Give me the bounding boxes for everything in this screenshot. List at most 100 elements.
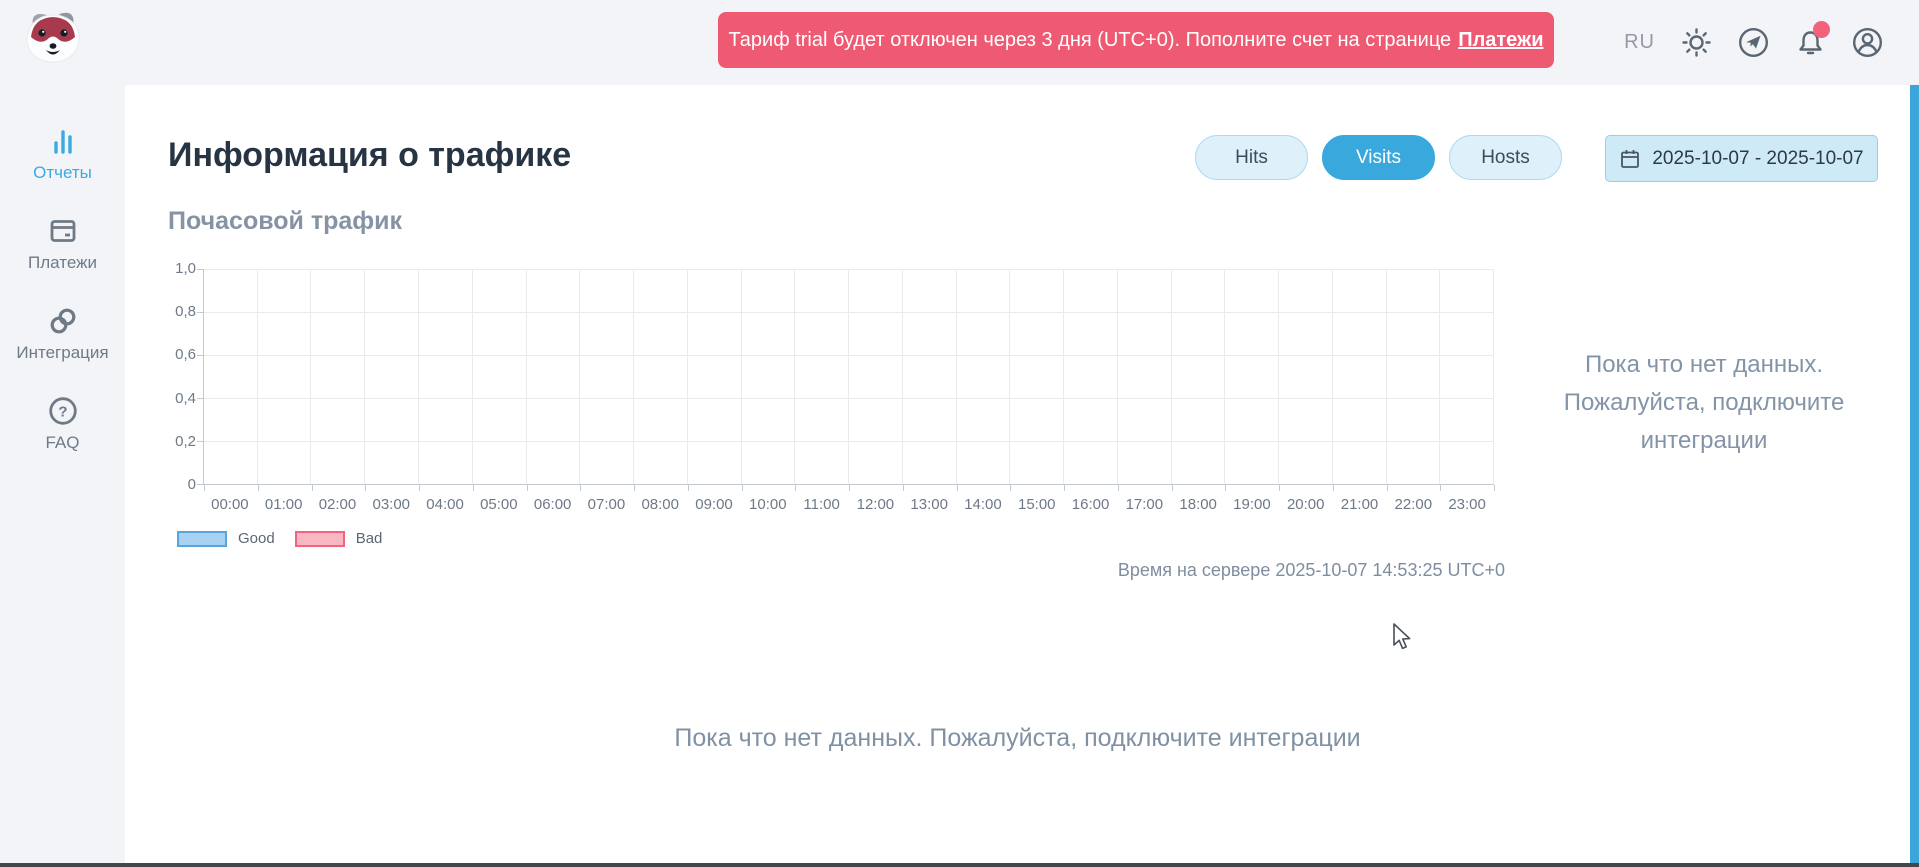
raccoon-logo[interactable] xyxy=(20,6,86,64)
x-axis-tick xyxy=(903,485,904,491)
bell-wrap[interactable] xyxy=(1795,27,1826,58)
hourly-traffic-chart[interactable] xyxy=(203,269,1494,485)
x-axis-tick xyxy=(312,485,313,491)
svg-text:?: ? xyxy=(58,404,67,421)
legend-item: Good xyxy=(177,530,275,547)
gridline-vertical xyxy=(1278,269,1279,484)
gridline-vertical xyxy=(741,269,742,484)
gridline-vertical xyxy=(1332,269,1333,484)
sidebar-item-label: FAQ xyxy=(45,433,79,453)
y-axis-label: 0,6 xyxy=(146,346,196,363)
credit-card-icon xyxy=(48,216,78,246)
question-circle-icon: ? xyxy=(48,396,78,426)
x-axis-tick xyxy=(258,485,259,491)
telegram-icon[interactable] xyxy=(1738,27,1769,58)
sidebar-item-payments[interactable]: Платежи xyxy=(0,216,125,273)
gridline-vertical xyxy=(526,269,527,484)
page-title: Информация о трафике xyxy=(168,136,571,175)
x-axis-label: 15:00 xyxy=(1018,496,1056,513)
x-axis-label: 01:00 xyxy=(265,496,303,513)
legend-label: Bad xyxy=(356,530,383,547)
gridline-vertical xyxy=(1117,269,1118,484)
gridline-vertical xyxy=(956,269,957,484)
bar-chart-icon xyxy=(48,126,78,156)
y-axis-label: 0,8 xyxy=(146,303,196,320)
x-axis-label: 12:00 xyxy=(857,496,895,513)
x-axis-label: 06:00 xyxy=(534,496,572,513)
legend-label: Good xyxy=(238,530,275,547)
x-axis-tick xyxy=(1440,485,1441,491)
x-axis-label: 00:00 xyxy=(211,496,249,513)
x-axis-label: 16:00 xyxy=(1072,496,1110,513)
gridline-vertical xyxy=(310,269,311,484)
x-axis-tick xyxy=(365,485,366,491)
tab-visits[interactable]: Visits xyxy=(1322,135,1435,180)
x-axis-tick xyxy=(473,485,474,491)
sidebar-item-label: Интеграция xyxy=(16,343,108,363)
gridline-vertical xyxy=(687,269,688,484)
x-axis-label: 03:00 xyxy=(372,496,410,513)
x-axis-label: 22:00 xyxy=(1395,496,1433,513)
sidebar-item-integration[interactable]: Интеграция xyxy=(0,306,125,363)
x-axis-tick xyxy=(1333,485,1334,491)
account-icon[interactable] xyxy=(1852,27,1883,58)
y-axis-label: 0,4 xyxy=(146,390,196,407)
gridline-vertical xyxy=(794,269,795,484)
language-selector[interactable]: RU xyxy=(1624,31,1655,54)
x-axis-tick xyxy=(204,485,205,491)
gridline-vertical xyxy=(848,269,849,484)
sidebar-item-label: Платежи xyxy=(28,253,97,273)
page-scrollbar[interactable] xyxy=(1910,85,1919,863)
x-axis-labels: 00:0001:0002:0003:0004:0005:0006:0007:00… xyxy=(203,496,1494,516)
x-axis-label: 10:00 xyxy=(749,496,787,513)
gridline-vertical xyxy=(472,269,473,484)
server-time: Время на сервере 2025-10-07 14:53:25 UTC… xyxy=(203,560,1505,581)
x-axis-tick xyxy=(634,485,635,491)
gridline-horizontal xyxy=(204,312,1494,313)
x-axis-label: 04:00 xyxy=(426,496,464,513)
gridline-vertical xyxy=(902,269,903,484)
no-data-message-side: Пока что нет данных. Пожалуйста, подключ… xyxy=(1527,346,1881,460)
sidebar-item-reports[interactable]: Отчеты xyxy=(0,126,125,183)
y-axis-tick xyxy=(197,484,203,485)
y-axis-tick xyxy=(197,398,203,399)
x-axis-label: 14:00 xyxy=(964,496,1002,513)
sidebar-nav: Отчеты Платежи Интеграция ? FAQ xyxy=(0,126,125,453)
legend-item: Bad xyxy=(295,530,383,547)
y-axis-tick xyxy=(197,269,203,270)
gridline-vertical xyxy=(1224,269,1225,484)
x-axis-label: 19:00 xyxy=(1233,496,1271,513)
x-axis-tick xyxy=(742,485,743,491)
x-axis-tick xyxy=(527,485,528,491)
legend-swatch xyxy=(295,531,345,547)
x-axis-label: 17:00 xyxy=(1126,496,1164,513)
y-axis-label: 0 xyxy=(146,476,196,493)
gridline-vertical xyxy=(579,269,580,484)
x-axis-label: 09:00 xyxy=(695,496,733,513)
gridline-vertical xyxy=(418,269,419,484)
gridline-vertical xyxy=(257,269,258,484)
gridline-vertical xyxy=(364,269,365,484)
payments-link[interactable]: Платежи xyxy=(1458,29,1543,52)
sun-icon[interactable] xyxy=(1681,27,1712,58)
tab-hosts[interactable]: Hosts xyxy=(1449,135,1562,180)
x-axis-tick xyxy=(1387,485,1388,491)
link-icon xyxy=(48,306,78,336)
x-axis-label: 08:00 xyxy=(641,496,679,513)
x-axis-label: 13:00 xyxy=(910,496,948,513)
date-range-picker[interactable]: 2025-10-07 - 2025-10-07 xyxy=(1605,135,1878,182)
tab-hits[interactable]: Hits xyxy=(1195,135,1308,180)
gridline-horizontal xyxy=(204,355,1494,356)
sidebar-item-faq[interactable]: ? FAQ xyxy=(0,396,125,453)
notification-dot xyxy=(1813,21,1830,38)
trial-warning-banner: Тариф trial будет отключен через 3 дня (… xyxy=(718,12,1554,68)
x-axis-label: 20:00 xyxy=(1287,496,1325,513)
x-axis-label: 05:00 xyxy=(480,496,518,513)
x-axis-label: 02:00 xyxy=(319,496,357,513)
y-axis-tick xyxy=(197,312,203,313)
x-axis-tick xyxy=(1494,485,1495,491)
header-actions: RU xyxy=(1624,0,1883,85)
gridline-vertical xyxy=(1171,269,1172,484)
window-bottom-edge xyxy=(0,863,1919,867)
gridline-vertical xyxy=(1009,269,1010,484)
